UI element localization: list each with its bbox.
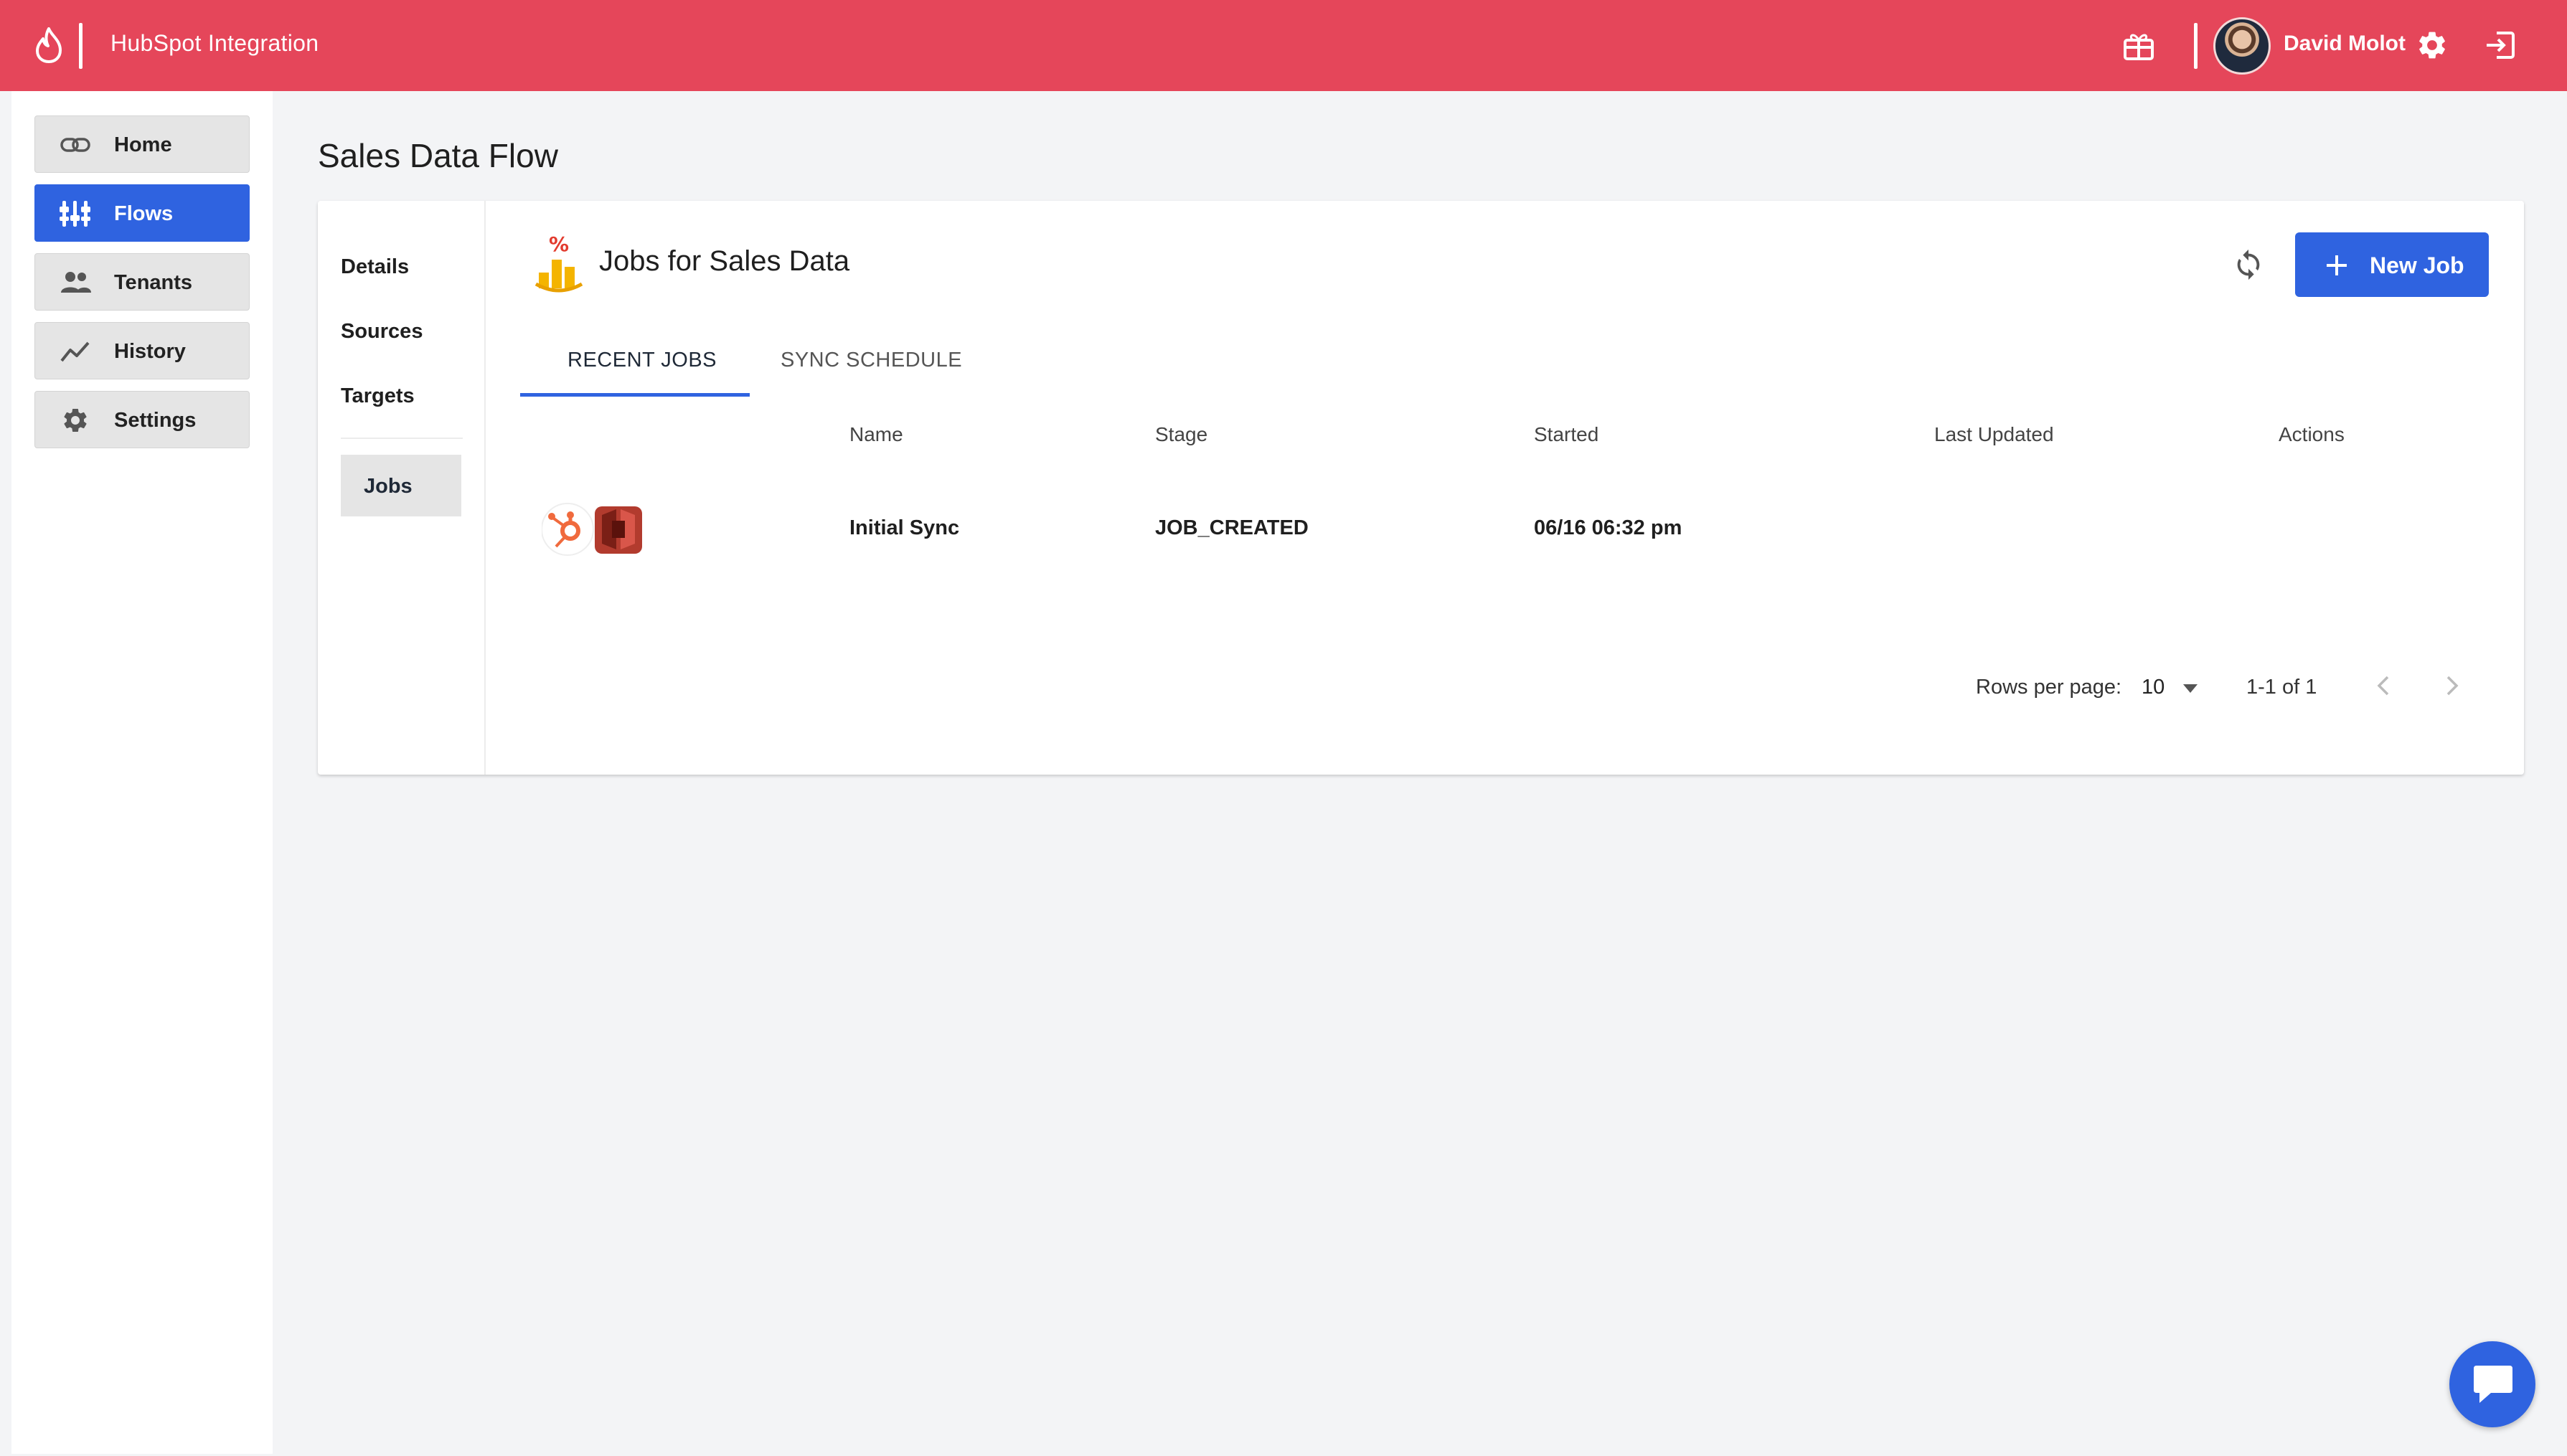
rows-per-page-select[interactable]: 10	[2142, 673, 2206, 701]
subnav-item-label: Jobs	[364, 475, 413, 498]
job-stage: JOB_CREATED	[1155, 516, 1309, 539]
column-header-stage[interactable]: Stage	[1155, 423, 1207, 446]
column-header-started[interactable]: Started	[1534, 423, 1598, 446]
rows-per-page-label: Rows per page:	[1976, 676, 2122, 699]
rows-per-page-value: 10	[2142, 676, 2165, 699]
flame-logo-icon[interactable]	[33, 27, 65, 63]
sidebar-item-label: Flows	[114, 202, 174, 225]
sidebar-item-settings[interactable]: Settings	[34, 391, 250, 448]
flow-subnav: Details Sources Targets Jobs	[318, 201, 486, 775]
chat-bubble-icon	[2474, 1366, 2512, 1403]
subnav-item-details[interactable]: Details	[341, 255, 409, 279]
sidebar-item-label: Settings	[114, 409, 197, 432]
column-header-last-updated[interactable]: Last Updated	[1934, 423, 2054, 446]
gear-icon	[64, 409, 87, 432]
plus-icon	[2327, 255, 2347, 275]
sidebar-item-label: History	[114, 340, 186, 363]
subnav-item-jobs[interactable]: Jobs	[341, 455, 461, 516]
gift-icon[interactable]	[2122, 30, 2155, 62]
jobs-title: Jobs for Sales Data	[599, 245, 850, 277]
sidebar-item-history[interactable]: History	[34, 322, 250, 379]
trend-icon	[60, 341, 90, 362]
column-header-actions: Actions	[2279, 423, 2345, 445]
tab-recent-jobs[interactable]: RECENT JOBS	[567, 349, 717, 372]
sidebar-item-flows[interactable]: Flows	[34, 184, 250, 242]
chevron-right-icon[interactable]	[2437, 671, 2466, 700]
header-divider	[79, 23, 83, 69]
header-divider	[2194, 23, 2198, 69]
job-name[interactable]: Initial Sync	[849, 516, 959, 540]
subnav-item-sources[interactable]: Sources	[341, 320, 423, 344]
new-job-button[interactable]: New Job	[2295, 232, 2489, 297]
top-bar: HubSpot Integration David Molot	[0, 0, 2567, 91]
sidebar-item-label: Home	[114, 133, 172, 156]
flows-icon	[60, 201, 90, 227]
pagination-range: 1-1 of 1	[2246, 676, 2317, 699]
chat-button[interactable]	[2449, 1341, 2535, 1427]
jobs-card: Details Sources Targets Jobs % Jobs for …	[318, 201, 2524, 775]
sidebar-item-label: Tenants	[114, 271, 193, 294]
subnav-item-targets[interactable]: Targets	[341, 384, 415, 408]
link-icon	[60, 138, 90, 152]
user-name[interactable]: David Molot	[2284, 32, 2406, 56]
chevron-down-icon	[2183, 684, 2198, 693]
sales-chart-icon: %	[534, 232, 583, 293]
sidebar-item-tenants[interactable]: Tenants	[34, 253, 250, 311]
svg-text:%: %	[549, 232, 569, 256]
sidebar: Home Flows Tenants History Settings	[11, 91, 273, 1454]
logout-icon[interactable]	[2484, 29, 2517, 62]
refresh-icon[interactable]	[2232, 248, 2265, 281]
sidebar-item-home[interactable]: Home	[34, 115, 250, 173]
chevron-left-icon[interactable]	[2370, 671, 2398, 700]
column-header-name[interactable]: Name	[849, 423, 903, 446]
subnav-divider	[341, 438, 463, 439]
job-started: 06/16 06:32 pm	[1534, 516, 1682, 539]
active-tab-indicator	[520, 393, 750, 397]
tab-sync-schedule[interactable]: SYNC SCHEDULE	[781, 349, 962, 372]
hubspot-to-target-icon	[542, 503, 642, 556]
page-title: Sales Data Flow	[318, 137, 558, 174]
people-icon	[61, 272, 91, 293]
avatar[interactable]	[2213, 17, 2271, 75]
new-job-label: New Job	[2370, 252, 2464, 278]
gear-icon[interactable]	[2416, 29, 2449, 62]
app-title: HubSpot Integration	[110, 30, 319, 56]
